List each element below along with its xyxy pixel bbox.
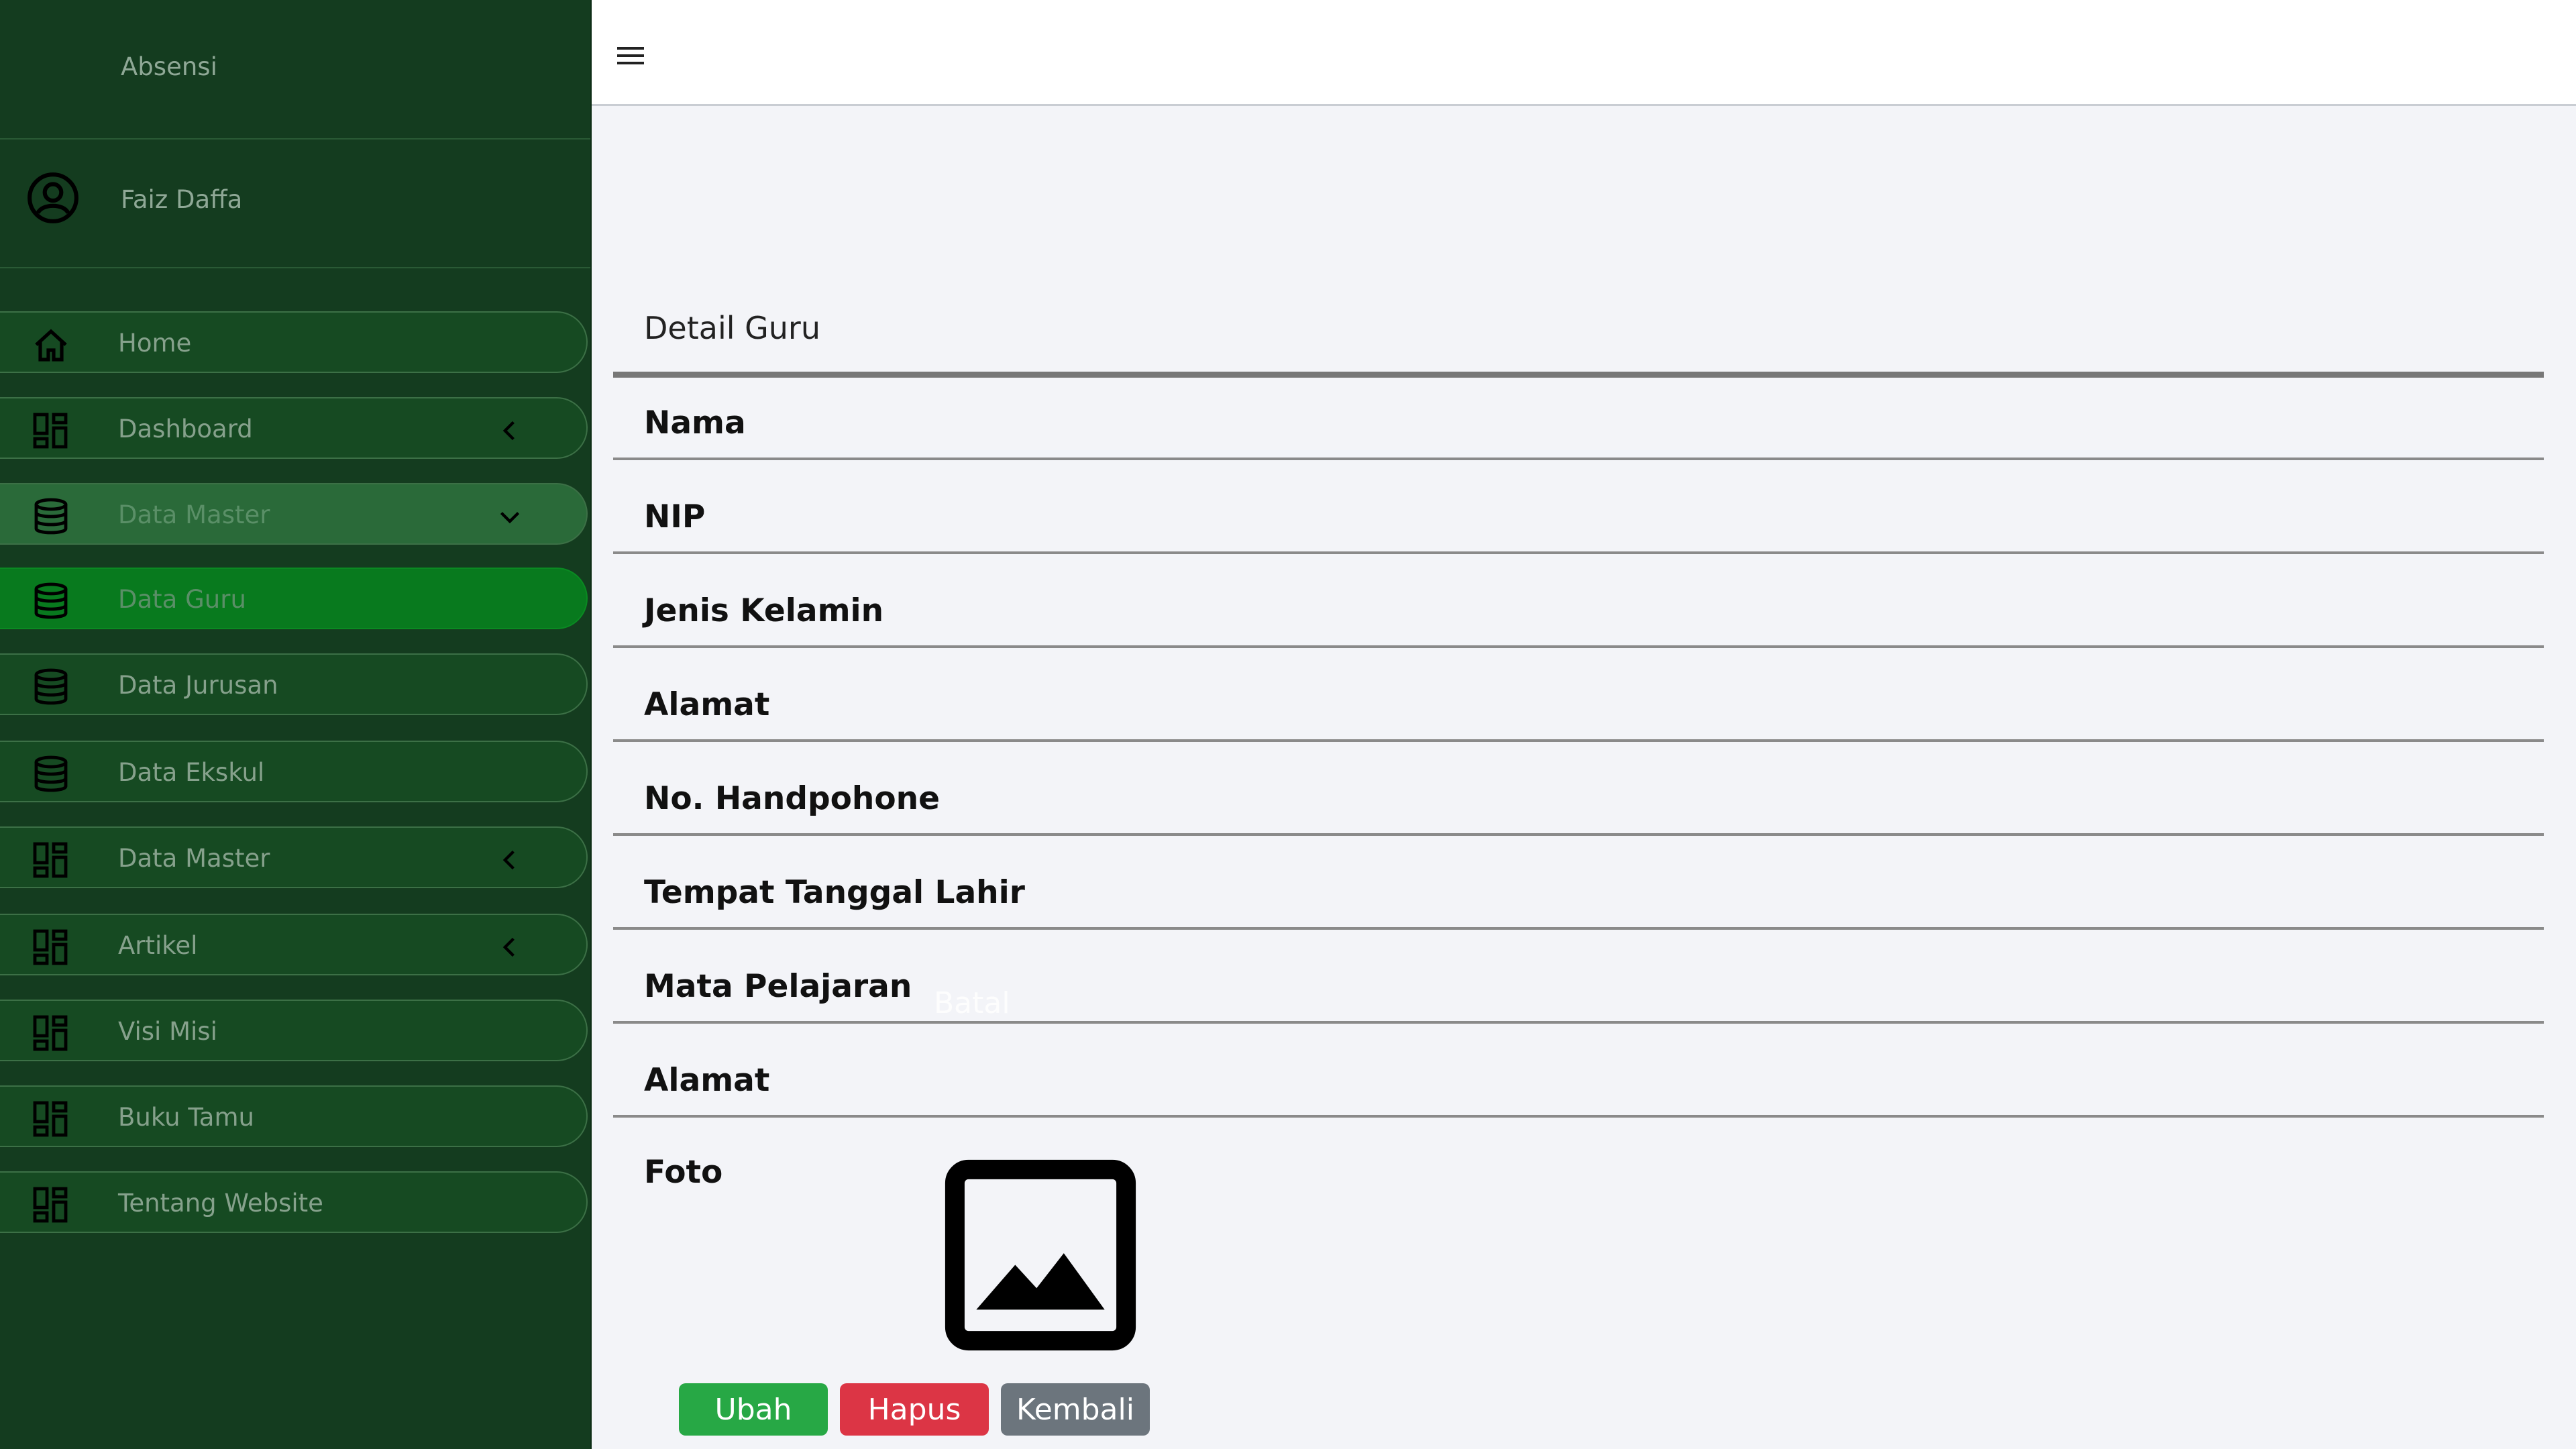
- detail-row-tempat-tanggal-lahir: Tempat Tanggal Lahir: [613, 836, 2544, 930]
- ghost-cancel-text: Batal: [934, 986, 1010, 1020]
- sidebar-item-tentang-website[interactable]: Tentang Website: [0, 1171, 588, 1233]
- field-label: Alamat: [644, 686, 770, 723]
- field-label: NIP: [644, 498, 706, 535]
- sidebar-user[interactable]: Faiz Daffa: [0, 140, 590, 268]
- delete-button[interactable]: Hapus: [840, 1383, 989, 1436]
- sidebar-item-data-master-2[interactable]: Data Master: [0, 826, 588, 888]
- chevron-left-icon: [502, 937, 515, 957]
- sidebar-item-label: Buku Tamu: [118, 1103, 254, 1132]
- edit-button[interactable]: Ubah: [679, 1383, 828, 1436]
- field-label-foto: Foto: [644, 1154, 723, 1191]
- brand-name: Absensi: [121, 52, 217, 81]
- sidebar: Absensi Faiz Daffa Home Dashboard Data M…: [0, 0, 592, 1449]
- database-icon: [34, 498, 68, 535]
- chevron-left-icon: [502, 850, 515, 870]
- sidebar-item-data-master[interactable]: Data Master: [0, 483, 588, 545]
- database-icon: [34, 668, 68, 705]
- sidebar-item-label: Home: [118, 329, 192, 358]
- grid-icon: [33, 1101, 68, 1137]
- sidebar-item-dashboard[interactable]: Dashboard: [0, 397, 588, 459]
- detail-row-no-handphone: No. Handpohone: [613, 742, 2544, 836]
- detail-row-mata-pelajaran: Mata Pelajaran: [613, 930, 2544, 1024]
- grid-icon: [33, 413, 68, 449]
- sidebar-item-label: Tentang Website: [118, 1189, 323, 1218]
- sidebar-item-buku-tamu[interactable]: Buku Tamu: [0, 1085, 588, 1147]
- sidebar-item-label: Visi Misi: [118, 1017, 217, 1046]
- home-icon: [35, 329, 67, 362]
- field-label: Alamat: [644, 1062, 770, 1099]
- sidebar-item-label: Data Ekskul: [118, 758, 265, 787]
- field-label: No. Handpohone: [644, 780, 941, 817]
- page-title: Detail Guru: [644, 310, 820, 346]
- sidebar-item-artikel[interactable]: Artikel: [0, 914, 588, 975]
- user-circle-icon: [28, 172, 78, 223]
- sidebar-item-label: Data Jurusan: [118, 671, 278, 700]
- back-button[interactable]: Kembali: [1001, 1383, 1150, 1436]
- image-placeholder-icon: [945, 1159, 1136, 1351]
- user-name: Faiz Daffa: [121, 185, 243, 214]
- sidebar-item-data-guru[interactable]: Data Guru: [0, 568, 588, 629]
- grid-icon: [33, 929, 68, 965]
- sidebar-item-home[interactable]: Home: [0, 311, 588, 373]
- sidebar-item-visi-misi[interactable]: Visi Misi: [0, 1000, 588, 1061]
- sidebar-item-data-jurusan[interactable]: Data Jurusan: [0, 653, 588, 715]
- field-label: Nama: [644, 405, 746, 441]
- field-label: Tempat Tanggal Lahir: [644, 874, 1025, 911]
- detail-row-jenis-kelamin: Jenis Kelamin: [613, 554, 2544, 648]
- hamburger-icon[interactable]: [617, 47, 644, 67]
- grid-icon: [33, 1187, 68, 1223]
- sidebar-item-label: Data Guru: [118, 585, 246, 614]
- sidebar-item-label: Dashboard: [118, 415, 253, 443]
- topbar: [592, 0, 2576, 106]
- field-label: Jenis Kelamin: [644, 592, 884, 629]
- detail-row-nip: NIP: [613, 460, 2544, 554]
- field-label: Mata Pelajaran: [644, 968, 912, 1005]
- chevron-left-icon: [502, 421, 515, 441]
- database-icon: [34, 582, 68, 619]
- grid-icon: [33, 1015, 68, 1051]
- detail-row-alamat: Alamat: [613, 648, 2544, 742]
- database-icon: [34, 755, 68, 792]
- sidebar-brand[interactable]: Absensi: [0, 0, 590, 140]
- chevron-down-icon: [500, 512, 520, 524]
- sidebar-item-label: Data Master: [118, 844, 270, 873]
- grid-icon: [33, 842, 68, 878]
- sidebar-item-label: Artikel: [118, 931, 198, 960]
- sidebar-item-data-ekskul[interactable]: Data Ekskul: [0, 741, 588, 802]
- detail-row-alamat-2: Alamat: [613, 1024, 2544, 1118]
- sidebar-item-label: Data Master: [118, 500, 270, 529]
- detail-row-nama: Nama: [613, 366, 2544, 460]
